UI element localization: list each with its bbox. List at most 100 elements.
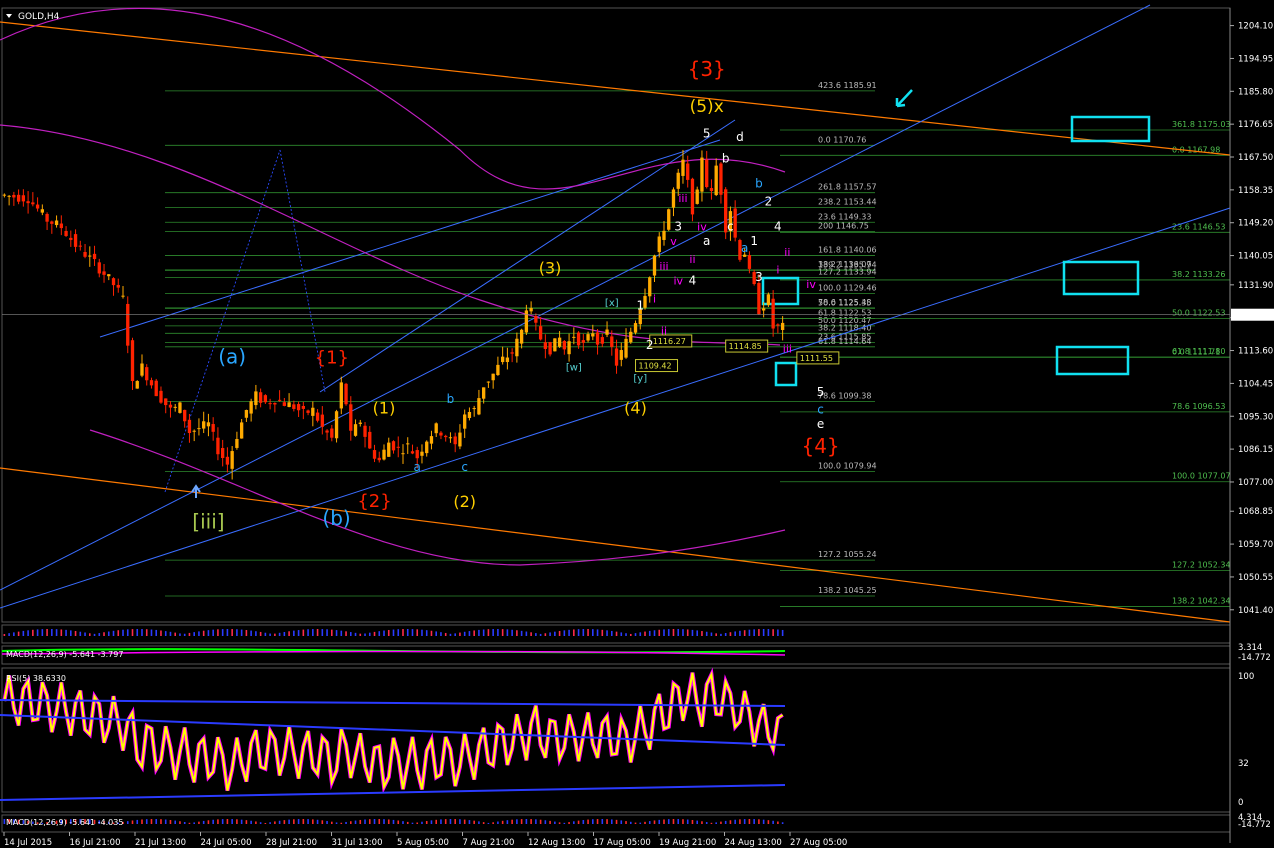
candle-body: [164, 398, 168, 406]
candle-body: [695, 189, 699, 204]
fib-label: 200 1146.75: [818, 222, 869, 231]
wave-label: ii: [661, 325, 667, 338]
candle-body: [111, 278, 116, 286]
wave-label: {4}: [801, 434, 839, 458]
candle-body: [586, 334, 590, 341]
wave-label: iii: [783, 343, 792, 356]
candle-body: [258, 392, 263, 403]
symbol-title: GOLD,H4: [18, 12, 60, 22]
price-tag-label: 1114.85: [729, 342, 762, 351]
candle-body: [192, 430, 196, 432]
candle-body: [292, 404, 296, 409]
indicator-label: RSI(5) 38.6330: [6, 674, 66, 683]
candle-body: [667, 209, 671, 230]
candle-body: [254, 391, 258, 406]
target-box: [1062, 260, 1140, 296]
candle-body: [567, 341, 571, 355]
candle-body: [368, 431, 372, 449]
tick-label: 1176.65: [1238, 120, 1273, 130]
candle-body: [648, 277, 652, 297]
candle-body: [78, 245, 82, 247]
target-box: [1070, 115, 1151, 143]
fib-label: 0.0 1170.76: [818, 135, 866, 144]
fib-label: 138.2 1042.34: [1172, 596, 1231, 605]
time-label: 16 Jul 21:00: [70, 838, 121, 848]
candle-body: [458, 432, 462, 447]
candle-body: [690, 178, 695, 215]
candle-body: [733, 208, 737, 238]
fib-label: 261.8 1157.57: [818, 183, 877, 192]
indicator-label: MACD(12,26,9) -5.641 -3.797: [6, 650, 123, 659]
wave-label: 4: [689, 273, 697, 287]
candle-body: [183, 409, 187, 422]
candle-body: [239, 422, 244, 439]
candle-body: [591, 333, 595, 337]
wave-label: 4: [774, 220, 782, 234]
candle-body: [719, 163, 723, 195]
wave-label: c: [461, 460, 468, 474]
candle-body: [244, 409, 249, 418]
trend-line: [99, 139, 721, 338]
candle-body: [714, 165, 718, 196]
candle-body: [562, 340, 566, 350]
price-chart[interactable]: 423.6 1185.910.0 1170.76261.8 1157.57238…: [0, 0, 1274, 848]
candle-body: [633, 323, 638, 333]
indicator-panels: MACD(12,26,9) -5.641 -3.797 RSI(5) 38.633…: [0, 624, 1271, 833]
tick-label: 1086.15: [1238, 445, 1273, 455]
fib-label: 23.6 1146.53: [1172, 222, 1225, 231]
candle-body: [425, 441, 429, 454]
wave-label: b: [447, 392, 455, 406]
candle-body: [301, 405, 305, 409]
candle-body: [197, 428, 201, 430]
candle-body: [453, 436, 457, 445]
wave-label: (b): [322, 506, 350, 530]
candle-body: [235, 439, 239, 448]
trend-line: [0, 467, 1231, 623]
candle-body: [534, 316, 538, 323]
candle-body: [349, 404, 353, 431]
candle-body: [410, 451, 415, 454]
time-label: 7 Aug 21:00: [463, 838, 515, 848]
candle-body: [629, 331, 633, 343]
candle-body: [168, 404, 173, 408]
candle-body: [396, 446, 400, 448]
fib-label: 61.8 1114.64: [818, 337, 871, 346]
candle-body: [92, 253, 97, 260]
candle-body: [382, 449, 386, 460]
fib-label: 23.6 1149.33: [818, 212, 871, 221]
candle-body: [130, 340, 135, 382]
candle-body: [686, 163, 690, 180]
wave-label: 3: [755, 270, 763, 284]
wave-label: (4): [624, 399, 647, 418]
candle-body: [486, 381, 491, 383]
candle-body: [315, 412, 320, 421]
elliott-wave-labels: {3}(5)x5 dbb2iii3vivac1a4iii3iiiiiiv 4i1ii…: [192, 57, 839, 533]
indicator-scale: -14.772: [1238, 820, 1271, 830]
candle-body: [282, 402, 287, 406]
candle-body: [662, 230, 666, 240]
trend-line: [0, 21, 1231, 156]
tick-label: 1104.45: [1238, 379, 1273, 389]
wave-label: i: [776, 264, 779, 277]
candle-body: [605, 329, 609, 335]
candle-body: [344, 383, 348, 405]
candle-body: [263, 395, 268, 403]
wave-label: 5: [703, 126, 711, 140]
wave-label: (a): [218, 344, 246, 368]
candle-body: [500, 356, 505, 363]
candle-body: [88, 255, 92, 257]
dropdown-icon[interactable]: [6, 14, 12, 18]
candle-body: [45, 213, 49, 222]
candle-body: [524, 310, 529, 333]
candle-body: [557, 337, 562, 347]
candle-body: [102, 271, 106, 275]
candle-body: [149, 380, 154, 386]
time-label: 27 Aug 05:00: [790, 838, 847, 848]
candle-body: [50, 221, 54, 224]
candle-body: [439, 432, 443, 436]
candle-body: [482, 387, 486, 399]
candle-body: [543, 342, 548, 349]
wave-label: e: [817, 417, 824, 431]
candle-body: [121, 295, 125, 297]
trend-lines: [0, 4, 1231, 623]
